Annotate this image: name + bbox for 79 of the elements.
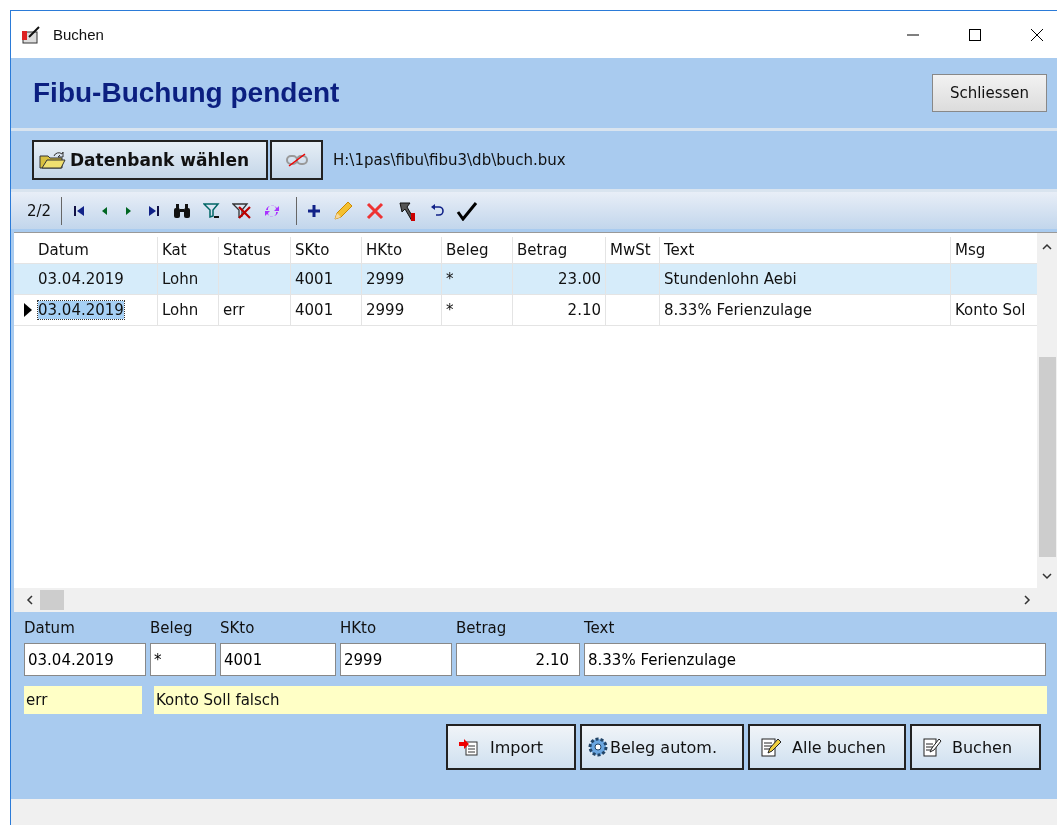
horizontal-scrollbar[interactable] [14,588,1057,612]
column-header[interactable]: HKto [362,237,442,263]
field-label: Beleg [150,619,194,637]
window-title: Buchen [53,26,104,43]
record-counter: 2/2 [27,201,52,220]
input-field[interactable]: 4001 [220,643,336,676]
app-icon [21,24,43,45]
gear-icon [588,737,608,757]
scroll-up-icon[interactable] [1042,243,1052,251]
first-record-icon[interactable] [72,203,87,218]
last-record-icon[interactable] [147,203,162,218]
table-cell: 2999 [366,301,405,319]
column-header[interactable]: Text [660,237,951,263]
table-cell: 2.10 [567,301,601,319]
table-cell: Lohn [162,301,199,319]
status-field: err [24,686,142,714]
input-field[interactable]: 8.33% Ferienzulage [584,643,1046,676]
scrollbar-thumb[interactable] [1038,356,1056,557]
column-header[interactable]: MwSt [606,237,660,263]
book-all-button[interactable]: Alle buchen [748,724,906,770]
table-row[interactable]: 03.04.2019 Lohn 4001 2999 * 23.00 Stundenlohn Aebi [14,264,1037,295]
binoculars-icon[interactable] [172,202,193,219]
table-cell: 03.04.2019 [38,301,124,319]
column-header[interactable]: Beleg [442,237,513,263]
table-cell: Konto Sol [955,301,1026,319]
table-row[interactable]: 03.04.2019 Lohn err 4001 2999 * 2.10 8.33% Ferienzulage Konto Sol [14,295,1037,326]
page-title: Fibu-Buchung pendent [33,77,341,109]
scrollbar-thumb[interactable] [40,590,64,610]
import-button[interactable]: Import [446,724,576,770]
table-cell: 8.33% Ferienzulage [664,301,812,319]
column-header[interactable]: Kat [158,237,219,263]
input-field[interactable]: 2999 [340,643,452,676]
vertical-scrollbar[interactable] [1037,233,1057,588]
field-label: HKto [340,619,378,637]
table-cell: 23.00 [558,270,601,288]
delete-icon[interactable] [365,200,386,221]
database-path: H:\1pas\fibu\fibu3\db\buch.bux [333,151,566,169]
scroll-right-icon[interactable] [1023,595,1031,605]
checkmark-icon[interactable] [456,200,479,221]
table-cell: Stundenlohn Aebi [664,270,797,288]
clear-filter-icon[interactable] [232,202,253,219]
add-icon[interactable] [307,203,322,218]
column-header[interactable]: Betrag [513,237,606,263]
input-field[interactable]: 03.04.2019 [24,643,146,676]
choose-database-button[interactable]: Datenbank wählen [32,140,268,180]
folder-icon [38,150,68,170]
disconnect-button[interactable] [270,140,323,180]
scroll-down-icon[interactable] [1042,572,1052,580]
table-cell: 4001 [295,301,334,319]
message-field: Konto Soll falsch [154,686,1047,714]
refresh-icon[interactable] [263,202,282,219]
column-header[interactable]: Status [219,237,291,263]
table-cell: * [446,301,454,319]
table-cell: Lohn [162,270,199,288]
field-label: SKto [220,619,256,637]
gear-button[interactable]: Beleg autom. [580,724,744,770]
column-header[interactable]: SKto [291,237,362,263]
table-cell: * [446,270,454,288]
close-icon[interactable] [1029,26,1045,43]
field-label: Betrag [456,619,508,637]
table-cell: 2999 [366,270,405,288]
undo-icon[interactable] [429,203,446,218]
field-label: Text [584,619,616,637]
import-icon [458,737,480,757]
table-cell: err [223,301,245,319]
scroll-left-icon[interactable] [26,595,34,605]
table-cell: 03.04.2019 [38,270,124,288]
close-button[interactable]: Schliessen [932,74,1047,112]
input-field[interactable]: 2.10 [456,643,580,676]
broken-link-icon [284,153,309,167]
book-button[interactable]: Buchen [910,724,1041,770]
input-field[interactable]: * [150,643,216,676]
maximize-icon[interactable] [967,26,983,43]
document-pencil-icon [922,736,942,758]
field-label: Datum [24,619,76,637]
table-cell: 4001 [295,270,334,288]
filter-icon[interactable] [203,202,222,219]
document-pencil-icon [760,736,782,758]
column-header[interactable]: Datum [34,237,158,263]
